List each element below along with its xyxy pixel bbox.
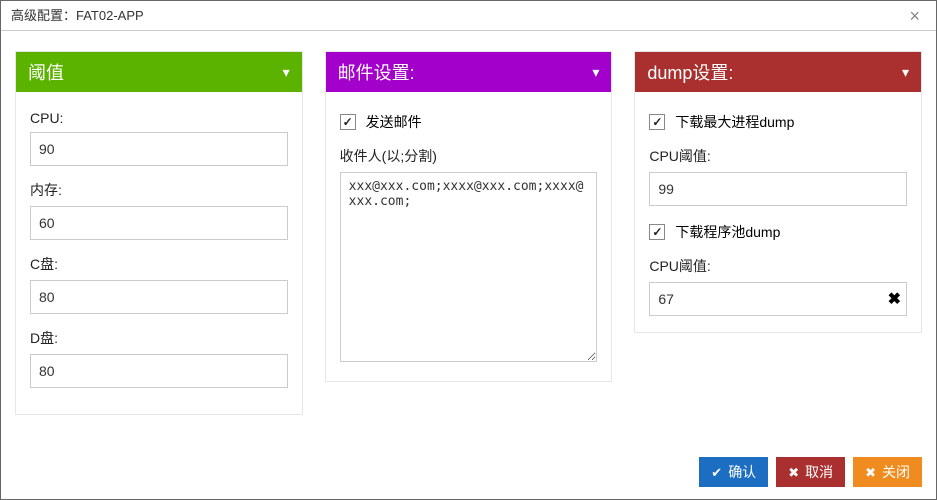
cpu-input[interactable] [30, 132, 288, 166]
threshold-panel-header[interactable]: 阈值 ▾ [16, 52, 302, 92]
cpu-threshold2-label: CPU阈值: [649, 256, 907, 276]
pool-checkbox[interactable] [649, 224, 665, 240]
chevron-down-icon: ▾ [902, 64, 909, 81]
chevron-down-icon: ▾ [592, 64, 599, 81]
dump-panel-header[interactable]: dump设置: ▾ [635, 52, 921, 92]
pool-row: 下载程序池dump [649, 222, 907, 242]
threshold-header-label: 阈值 [28, 59, 64, 85]
recipients-textarea[interactable] [340, 172, 598, 362]
send-mail-checkbox[interactable] [340, 114, 356, 130]
window-title: 高级配置：FAT02-APP [11, 1, 144, 31]
ddrive-input[interactable] [30, 354, 288, 388]
send-mail-row: 发送邮件 [340, 112, 598, 132]
dump-panel: dump设置: ▾ 下载最大进程dump CPU阈值: 下载程序池dump CP… [634, 51, 922, 333]
mail-header-label: 邮件设置: [338, 59, 415, 85]
cross-icon: ✖ [788, 466, 799, 479]
mail-panel: 邮件设置: ▾ 发送邮件 收件人(以;分割) [325, 51, 613, 382]
recipients-label: 收件人(以;分割) [340, 146, 598, 166]
dump-header-label: dump设置: [647, 59, 733, 85]
cross-icon: ✖ [865, 466, 876, 479]
panel-columns: 阈值 ▾ CPU: 内存: C盘: D盘: 邮件设置: [15, 51, 922, 441]
mem-input[interactable] [30, 206, 288, 240]
close-label: 关闭 [882, 462, 910, 482]
cpu-threshold1-label: CPU阈值: [649, 146, 907, 166]
cancel-button[interactable]: ✖ 取消 [776, 457, 845, 487]
dialog-window: 高级配置：FAT02-APP × 阈值 ▾ CPU: 内存: C盘: D盘: [0, 0, 937, 500]
max-proc-row: 下载最大进程dump [649, 112, 907, 132]
cdrive-label: C盘: [30, 254, 288, 274]
ddrive-label: D盘: [30, 328, 288, 348]
content-area: 阈值 ▾ CPU: 内存: C盘: D盘: 邮件设置: [1, 31, 936, 499]
max-proc-checkbox[interactable] [649, 114, 665, 130]
chevron-down-icon: ▾ [283, 64, 290, 81]
titlebar: 高级配置：FAT02-APP × [1, 1, 936, 31]
cpu-threshold2-input[interactable] [649, 282, 907, 316]
cancel-label: 取消 [805, 462, 833, 482]
mem-label: 内存: [30, 180, 288, 200]
mail-panel-body: 发送邮件 收件人(以;分割) [326, 92, 612, 381]
close-icon[interactable]: × [903, 1, 926, 31]
confirm-label: 确认 [728, 462, 756, 482]
close-button[interactable]: ✖ 关闭 [853, 457, 922, 487]
cpu-threshold2-wrapper: ✖ [649, 282, 907, 316]
send-mail-label: 发送邮件 [366, 112, 422, 132]
cpu-label: CPU: [30, 110, 288, 126]
confirm-button[interactable]: ✔ 确认 [699, 457, 768, 487]
check-icon: ✔ [711, 466, 722, 479]
pool-label: 下载程序池dump [675, 222, 780, 242]
clear-icon[interactable]: ✖ [888, 289, 901, 309]
mail-panel-header[interactable]: 邮件设置: ▾ [326, 52, 612, 92]
cdrive-input[interactable] [30, 280, 288, 314]
dump-panel-body: 下载最大进程dump CPU阈值: 下载程序池dump CPU阈值: ✖ [635, 92, 921, 332]
cpu-threshold1-input[interactable] [649, 172, 907, 206]
threshold-panel-body: CPU: 内存: C盘: D盘: [16, 92, 302, 414]
dialog-footer: ✔ 确认 ✖ 取消 ✖ 关闭 [15, 441, 922, 487]
threshold-panel: 阈值 ▾ CPU: 内存: C盘: D盘: [15, 51, 303, 415]
max-proc-label: 下载最大进程dump [675, 112, 794, 132]
